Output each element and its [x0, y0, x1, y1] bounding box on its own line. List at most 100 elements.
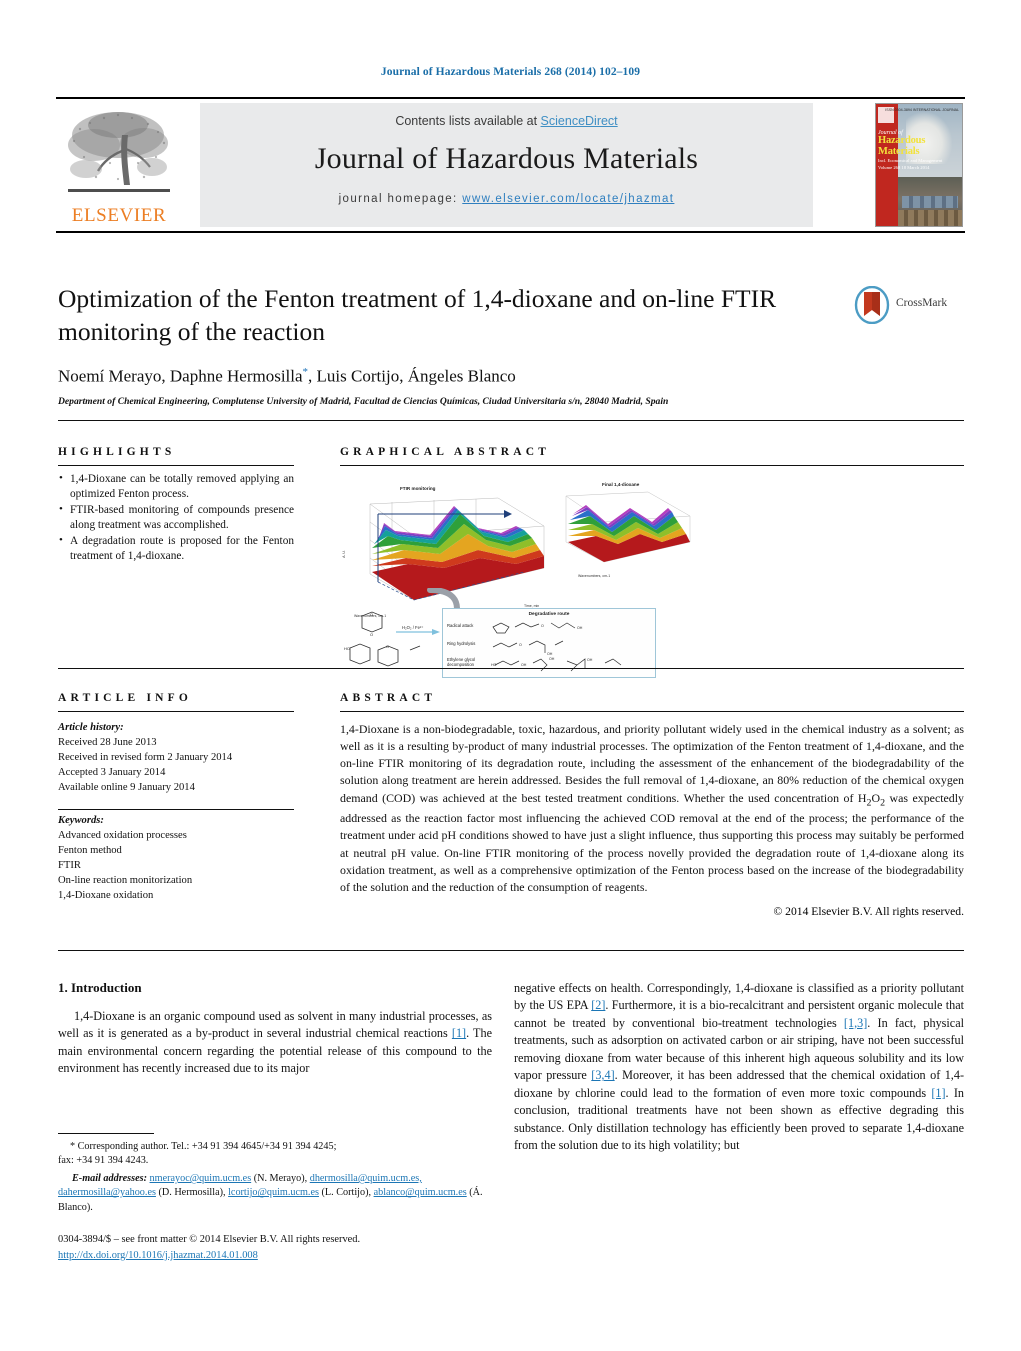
journal-homepage-line: journal homepage: www.elsevier.com/locat… [200, 193, 813, 205]
abstract-heading: ABSTRACT [340, 692, 437, 704]
email-link[interactable]: dhermosilla@quim.ucm.es, [310, 1173, 422, 1184]
keyword-item: On-line reaction monitorization [58, 875, 193, 887]
abstract-part-2: O [871, 790, 881, 805]
journal-cover-thumbnail: Journal of Hazardous Materials Incl. Eco… [875, 103, 963, 227]
route-row-label: Ring hydrolysis [447, 641, 476, 646]
cover-base [898, 210, 962, 226]
journal-title: Journal of Hazardous Materials [314, 142, 699, 175]
article-history-item: Accepted 3 January 2014 [58, 767, 166, 779]
keyword-item: FTIR [58, 860, 81, 872]
svg-text:OH: OH [577, 626, 583, 630]
corresponding-author-note: * Corresponding author. Tel.: +34 91 394… [70, 1141, 337, 1152]
elsevier-tree-icon [60, 105, 178, 201]
email-link[interactable]: lcortijo@quim.ucm.es [228, 1187, 319, 1198]
citation-link[interactable]: [3,4] [591, 1068, 614, 1082]
reagent-label: H₂O₂ / Fe²⁺ [402, 625, 424, 630]
list-item: 1,4-Dioxane can be totally removed apply… [58, 471, 294, 502]
list-item: A degradation route is proposed for the … [58, 533, 294, 564]
introduction-paragraph-right: negative effects on health. Correspondin… [514, 980, 964, 1154]
intro-left-a: 1,4-Dioxane is an organic compound used … [58, 1009, 492, 1041]
crossmark-badge[interactable]: CrossMark [854, 285, 966, 326]
citation-link[interactable]: [1] [452, 1026, 466, 1040]
article-info-section: ARTICLE INFO Article history: Received 2… [58, 692, 294, 903]
crossmark-icon [854, 285, 890, 325]
plot-b-title: Final 1,4-dioxane [602, 482, 640, 487]
svg-text:OH: OH [587, 658, 593, 662]
email-label: E-mail addresses: [72, 1172, 147, 1184]
article-info-rule [58, 711, 294, 712]
email-link[interactable]: dahermosilla@yahoo.es [58, 1187, 156, 1198]
degradation-route-title: Degradative route [528, 612, 570, 617]
plot-b-xlabel: Wavenumbers, cm-1 [578, 574, 611, 578]
doi-link[interactable]: http://dx.doi.org/10.1016/j.jhazmat.2014… [58, 1250, 258, 1261]
front-matter-block: 0304-3894/$ – see front matter © 2014 El… [58, 1232, 518, 1263]
page-title: Optimization of the Fenton treatment of … [58, 284, 777, 346]
svg-text:O: O [370, 632, 373, 637]
email-link[interactable]: ablanco@quim.ucm.es [374, 1187, 467, 1198]
cover-tanks [902, 196, 958, 208]
cover-title-text: Journal of Hazardous Materials Incl. Eco… [878, 130, 948, 170]
divider-abstract [58, 668, 964, 669]
citation-link[interactable]: [1,3] [844, 1016, 867, 1030]
journal-homepage-link[interactable]: www.elsevier.com/locate/jhazmat [462, 193, 674, 205]
abstract-section: ABSTRACT 1,4-Dioxane is a non-biodegrada… [340, 692, 964, 918]
keywords-label: Keywords: [58, 815, 104, 827]
footnotes-block: * Corresponding author. Tel.: +34 91 394… [58, 1140, 492, 1215]
keyword-item: 1,4-Dioxane oxidation [58, 890, 154, 902]
email-link[interactable]: nmerayoc@quim.ucm.es [150, 1173, 252, 1184]
plot-a-zlabel: A. U. [341, 550, 346, 558]
ftir-surface-plot-inset: Final 1,4-dioxane Wavenumbers, cm-1 [552, 482, 702, 582]
svg-text:OH: OH [547, 652, 553, 656]
graphical-abstract-rule [340, 465, 964, 466]
article-history-item: Available online 9 January 2014 [58, 782, 195, 794]
keyword-item: Fenton method [58, 845, 122, 857]
plot-a-title: FTIR monitoring [400, 486, 436, 491]
reagent-molecules-icon: O O HO O H₂O₂ / Fe²⁺ [344, 611, 440, 667]
svg-text:HO: HO [491, 663, 497, 667]
abstract-copyright: © 2014 Elsevier B.V. All rights reserved… [773, 904, 964, 918]
cover-line-5: Volume 268 18 March 2014 [878, 164, 930, 170]
keyword-item: Advanced oxidation processes [58, 830, 187, 842]
cover-line-2: Hazardous [878, 135, 926, 146]
list-item: FTIR-based monitoring of compounds prese… [58, 502, 294, 533]
front-matter-line: 0304-3894/$ – see front matter © 2014 El… [58, 1234, 361, 1245]
homepage-prefix: journal homepage: [338, 193, 458, 205]
article-history-item: Received 28 June 2013 [58, 737, 157, 749]
route-row-label: Ethylene glycol decomposition [447, 657, 476, 668]
highlights-rule [58, 465, 294, 466]
fax-note: fax: +34 91 394 4243. [58, 1155, 149, 1167]
divider-body [58, 950, 964, 951]
keywords-rule [58, 809, 294, 811]
svg-text:HO: HO [344, 646, 350, 651]
svg-text:O: O [541, 624, 544, 628]
route-row-label: Radical attack [447, 623, 474, 628]
running-head: Journal of Hazardous Materials 268 (2014… [380, 66, 641, 78]
svg-text:OH: OH [549, 657, 555, 661]
keywords-block: Keywords: Advanced oxidation processes F… [58, 813, 294, 903]
article-history: Article history: Received 28 June 2013 R… [58, 720, 294, 795]
cover-line-3: Materials [878, 145, 920, 157]
sciencedirect-link[interactable]: ScienceDirect [541, 114, 618, 128]
journal-masthead: ELSEVIER Contents lists available at Sci… [56, 97, 965, 233]
citation-link[interactable]: [2] [591, 998, 605, 1012]
svg-text:O: O [370, 612, 373, 617]
molecule-structures-icon: O OH OOH HO OH OH OH [491, 622, 622, 672]
cover-line-4: Incl. Economical and Management [878, 158, 943, 163]
email-owner: (L. Cortijo), [318, 1187, 372, 1199]
citation-link[interactable]: [1] [931, 1086, 945, 1100]
author-list: Noemí Merayo, Daphne Hermosilla*, Luis C… [58, 366, 848, 387]
introduction-right-column: negative effects on health. Correspondin… [514, 980, 964, 1154]
highlights-section: HIGHLIGHTS 1,4-Dioxane can be totally re… [58, 446, 294, 564]
introduction-paragraph-left: 1,4-Dioxane is an organic compound used … [58, 1008, 492, 1078]
introduction-left-column: 1. Introduction 1,4-Dioxane is an organi… [58, 980, 492, 1078]
footnote-divider [58, 1133, 154, 1134]
graphical-abstract-figure: FTIR monitoring Wavenumbers, cm-1 A. U. … [340, 480, 770, 678]
email-owner: (D. Hermosilla), [155, 1187, 226, 1199]
journal-band: Contents lists available at ScienceDirec… [200, 103, 813, 227]
cover-corner-text: ISSN 0304-3894 INTERNATIONAL JOURNAL [885, 108, 959, 112]
graphical-abstract-section: GRAPHICAL ABSTRACT FTIR monitoring Waven… [340, 446, 964, 678]
contents-line: Contents lists available at ScienceDirec… [200, 114, 813, 128]
authors-part-1: Noemí Merayo, Daphne Hermosilla [58, 366, 303, 386]
abstract-text: 1,4-Dioxane is a non-biodegradable, toxi… [340, 721, 964, 896]
article-info-heading: ARTICLE INFO [58, 692, 193, 704]
